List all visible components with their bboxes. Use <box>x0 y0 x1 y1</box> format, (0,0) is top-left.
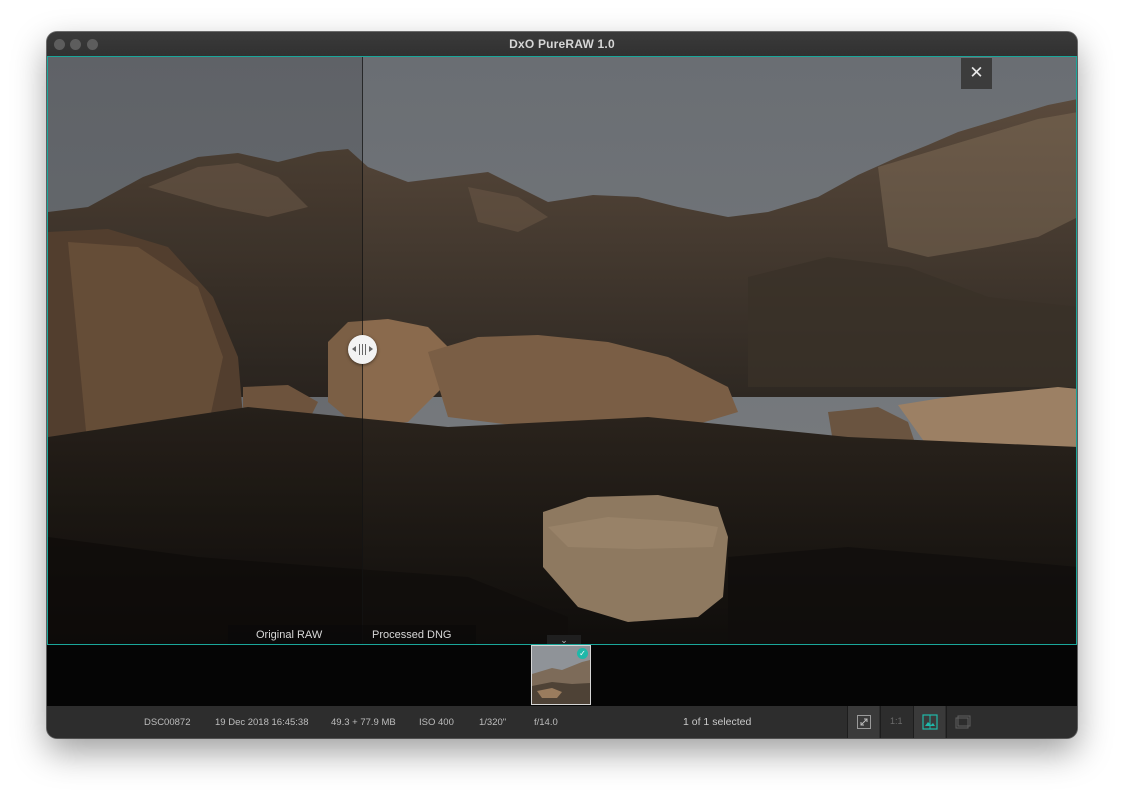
collapse-filmstrip-button[interactable]: ⌄ <box>547 635 581 644</box>
aperture: f/14.0 <box>534 717 558 728</box>
shutter-speed: 1/320" <box>479 717 507 728</box>
compare-labels: Original RAW Processed DNG <box>228 625 476 644</box>
title-bar: DxO PureRAW 1.0 <box>47 32 1077 57</box>
thumbnail[interactable]: ✓ <box>531 645 591 705</box>
fit-to-screen-button[interactable] <box>847 706 879 738</box>
status-bar: DSC00872 19 Dec 2018 16:45:38 49.3 + 77.… <box>47 706 1077 738</box>
fit-to-screen-icon <box>857 715 871 729</box>
compare-view-button[interactable] <box>913 706 945 738</box>
window-title: DxO PureRAW 1.0 <box>509 37 615 51</box>
grip-icon <box>359 344 360 355</box>
capture-date: 19 Dec 2018 16:45:38 <box>215 717 309 728</box>
left-arrow-icon <box>352 346 356 352</box>
app-window: DxO PureRAW 1.0 ✕ Original RAW Processed… <box>47 32 1077 738</box>
right-arrow-icon <box>369 346 373 352</box>
close-viewer-button[interactable]: ✕ <box>961 58 992 89</box>
filmstrip: ✓ <box>47 645 1077 706</box>
processed-dng-label: Processed DNG <box>372 629 452 641</box>
filmstrip-icon <box>955 715 971 729</box>
image-viewer[interactable]: ✕ Original RAW Processed DNG ⌄ <box>47 56 1077 645</box>
filmstrip-toggle-button[interactable] <box>946 706 978 738</box>
file-size: 49.3 + 77.9 MB <box>331 717 396 728</box>
iso-value: ISO 400 <box>419 717 454 728</box>
selection-count: 1 of 1 selected <box>683 716 752 728</box>
filename: DSC00872 <box>144 717 191 728</box>
split-handle[interactable] <box>348 335 377 364</box>
selected-check-icon: ✓ <box>577 648 588 659</box>
grip-line <box>365 344 366 355</box>
original-raw-label: Original RAW <box>256 629 323 641</box>
one-to-one-button[interactable]: 1:1 <box>880 706 912 738</box>
original-raw-side <box>48 57 363 644</box>
one-to-one-label: 1:1 <box>890 716 903 726</box>
grip-line <box>362 344 363 355</box>
side-by-side-compare-icon <box>922 714 938 730</box>
